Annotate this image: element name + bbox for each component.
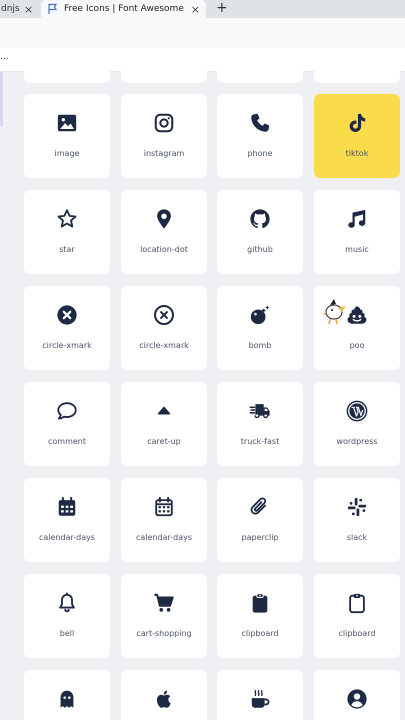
icon-tile-caret-up[interactable]: caret-up	[121, 382, 207, 466]
image-icon	[57, 114, 77, 132]
icon-label: bomb	[248, 341, 272, 350]
circle-user-icon	[347, 689, 367, 709]
slack-icon	[347, 497, 367, 517]
icon-label: comment	[47, 437, 86, 446]
star-icon	[57, 209, 77, 228]
icon-tile-comment[interactable]: comment	[24, 382, 110, 466]
github-icon	[250, 209, 270, 229]
icon-label: music	[345, 245, 369, 254]
icon-label: location-dot	[140, 245, 188, 254]
music-icon	[348, 209, 366, 228]
icon-label: clipboard	[241, 629, 279, 638]
icon-label: github	[247, 245, 273, 254]
icon-label: poo	[349, 341, 365, 350]
icon-tile-paperclip[interactable]: paperclip	[217, 478, 303, 562]
bomb-icon	[250, 305, 270, 325]
icon-tile-bell[interactable]: bell	[24, 574, 110, 658]
icon-tile-mug-hot[interactable]	[217, 670, 303, 720]
icon-label: paperclip	[241, 533, 279, 542]
icon-tile-location-dot[interactable]: location-dot	[121, 190, 207, 274]
icon-tile-circle-user[interactable]	[314, 670, 400, 720]
icon-tile-tiktok[interactable]: tiktok	[314, 94, 400, 178]
icon-label: cart-shopping	[136, 629, 192, 638]
icon-tile-phone[interactable]: phone	[217, 94, 303, 178]
icon-label: calendar-days	[38, 533, 96, 542]
icon-tile-truck-fast[interactable]: truck-fast	[217, 382, 303, 466]
icon-tile-clipboard[interactable]: clipboard	[314, 574, 400, 658]
icon-tile-star[interactable]: star	[24, 190, 110, 274]
calendar-days-regular-icon	[155, 496, 173, 517]
icon-label: truck-fast	[240, 437, 280, 446]
icon-tile-circle-xmark[interactable]: circle-xmark	[24, 286, 110, 370]
comment-icon	[57, 402, 77, 420]
cart-shopping-icon	[154, 593, 174, 612]
icon-label: calendar-days	[135, 533, 193, 542]
icon-label: star	[59, 245, 75, 254]
poo-icon	[347, 305, 367, 324]
icon-label: circle-xmark	[42, 341, 92, 350]
icon-tile-circle-xmark[interactable]: circle-xmark	[121, 286, 207, 370]
icon-tile-wordpress[interactable]: wordpress	[314, 382, 400, 466]
paperclip-icon	[250, 497, 267, 515]
icon-tile-slack[interactable]: slack	[314, 478, 400, 562]
icon-label: bell	[59, 629, 75, 638]
truck-fast-icon	[249, 404, 270, 419]
icon-tile-github[interactable]: github	[217, 190, 303, 274]
icon-label: caret-up	[147, 437, 181, 446]
icon-grid: image instagram phone tiktok star location-do…	[0, 0, 405, 720]
bird-doodle-icon	[323, 299, 346, 325]
wordpress-icon	[346, 400, 368, 422]
apple-icon	[156, 690, 171, 708]
mug-hot-icon	[251, 690, 270, 708]
icon-label: slack	[346, 533, 368, 542]
icon-tile-bomb[interactable]: bomb	[217, 286, 303, 370]
icon-tile-cart-shopping[interactable]: cart-shopping	[121, 574, 207, 658]
ghost-icon	[60, 690, 74, 708]
caret-up-icon	[157, 406, 171, 415]
icon-tile-calendar-days[interactable]: calendar-days	[24, 478, 110, 562]
clipboard-regular-icon	[349, 593, 365, 614]
icon-tile-apple[interactable]	[121, 670, 207, 720]
calendar-days-solid-icon	[58, 496, 76, 516]
icon-tile-ghost[interactable]	[24, 670, 110, 720]
tiktok-icon	[349, 113, 366, 132]
icon-tile-image[interactable]: image	[24, 94, 110, 178]
clipboard-solid-icon	[252, 593, 268, 613]
icon-label: tiktok	[345, 149, 369, 158]
icon-tile-clipboard[interactable]: clipboard	[217, 574, 303, 658]
icon-tile-instagram[interactable]: instagram	[121, 94, 207, 178]
icon-tile-music[interactable]: music	[314, 190, 400, 274]
phone-icon	[251, 113, 270, 132]
circle-xmark-regular-icon	[154, 305, 174, 325]
icon-label: image	[54, 149, 80, 158]
icon-label: instagram	[143, 149, 185, 158]
circle-xmark-solid-icon	[57, 305, 77, 325]
icon-label: circle-xmark	[139, 341, 189, 350]
icon-label: phone	[247, 149, 273, 158]
bell-icon	[59, 592, 75, 613]
icon-label: wordpress	[336, 437, 378, 446]
instagram-icon	[154, 113, 174, 133]
location-dot-icon	[157, 209, 171, 229]
icon-tile-calendar-days[interactable]: calendar-days	[121, 478, 207, 562]
icon-label: clipboard	[338, 629, 376, 638]
